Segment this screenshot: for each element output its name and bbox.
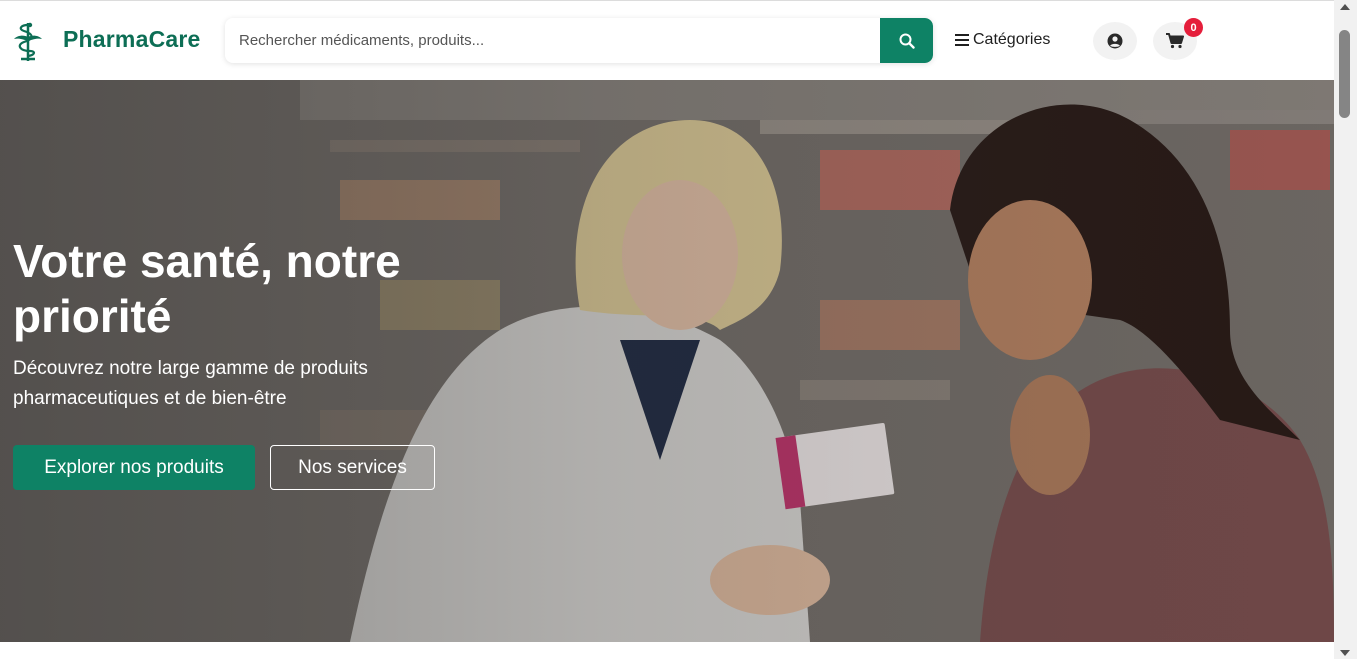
account-button[interactable] (1093, 22, 1137, 60)
page-scrollbar[interactable] (1334, 0, 1357, 659)
user-circle-icon (1107, 33, 1123, 49)
hero-title: Votre santé, notre priorité (13, 235, 401, 342)
site-header: PharmaCare Catégories (0, 0, 1334, 80)
categories-menu[interactable]: Catégories (955, 31, 1050, 49)
search-input[interactable] (225, 18, 880, 63)
brand-name[interactable]: PharmaCare (63, 26, 201, 53)
our-services-button[interactable]: Nos services (270, 445, 435, 490)
explore-products-button[interactable]: Explorer nos produits (13, 445, 255, 490)
bars-icon (955, 34, 969, 46)
search-button[interactable] (880, 18, 933, 63)
pharmacy-caduceus-icon[interactable] (8, 21, 48, 63)
scroll-down-arrow-icon[interactable] (1340, 650, 1350, 656)
categories-label: Catégories (973, 31, 1051, 48)
hero-subtitle: Découvrez notre large gamme de produits … (13, 358, 368, 409)
hero-banner: Votre santé, notre priorité Découvrez no… (0, 80, 1334, 642)
cart-count-badge: 0 (1184, 18, 1203, 37)
search-icon (899, 33, 915, 49)
search-bar (225, 18, 933, 63)
scroll-thumb[interactable] (1339, 30, 1350, 118)
scroll-up-arrow-icon[interactable] (1340, 4, 1350, 10)
cart-icon (1166, 33, 1184, 49)
